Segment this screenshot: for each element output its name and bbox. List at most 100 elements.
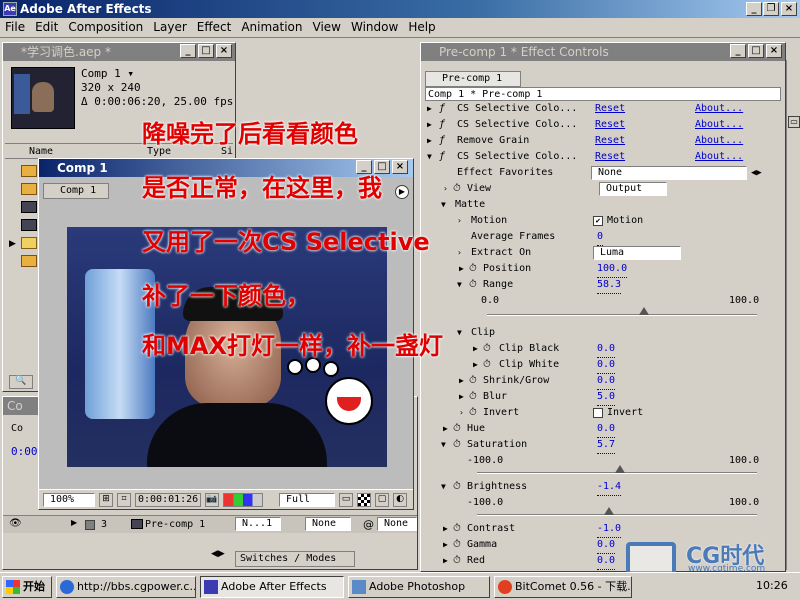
expand-icon[interactable]: ▶: [473, 357, 478, 373]
effect-row[interactable]: ▶ ƒ Remove Grain Reset About...: [421, 133, 779, 149]
brightness-value[interactable]: -1.4: [597, 479, 622, 496]
footage-icon[interactable]: [21, 219, 37, 231]
saturation-value[interactable]: 5.7: [597, 437, 616, 454]
effect-row[interactable]: ▶ ƒ CS Selective Colo... Reset About...: [421, 101, 779, 117]
fx-icon[interactable]: ƒ: [439, 149, 445, 165]
motion-checkbox[interactable]: ✔: [593, 216, 603, 226]
position-value[interactable]: 100.0: [597, 261, 628, 278]
channel-icon[interactable]: [223, 493, 263, 507]
collapse-icon[interactable]: ▼: [457, 325, 462, 341]
stopwatch-icon[interactable]: ⏱: [453, 421, 461, 437]
effect-favorites-select[interactable]: None: [591, 166, 747, 180]
panel-menu-icon[interactable]: ▭: [788, 116, 800, 128]
red-value[interactable]: 0.0: [597, 553, 616, 570]
hue-value[interactable]: 0.0: [597, 421, 616, 438]
snapshot-icon[interactable]: 📷: [205, 493, 219, 507]
comp-tab[interactable]: Comp 1: [43, 183, 109, 199]
region-of-interest-icon[interactable]: ▭: [339, 493, 353, 507]
favorites-nav-icon[interactable]: ◀▶: [751, 165, 762, 181]
layer-label-color[interactable]: [85, 520, 95, 530]
expand-triangle-icon[interactable]: ▶: [9, 239, 16, 249]
taskbar-item-bitcomet[interactable]: BitComet 0.56 - 下载...: [494, 576, 632, 598]
expand-icon[interactable]: ▶: [459, 389, 464, 405]
current-time-display[interactable]: 0:00:01:26: [135, 493, 201, 507]
about-link[interactable]: About...: [695, 133, 743, 149]
stopwatch-icon[interactable]: ⏱: [453, 479, 461, 495]
blur-value[interactable]: 5.0: [597, 389, 616, 406]
clip-black-value[interactable]: 0.0: [597, 341, 616, 358]
reset-link[interactable]: Reset: [595, 101, 625, 117]
layer-mode-select[interactable]: N...1: [235, 517, 281, 531]
view-select[interactable]: Output: [599, 182, 667, 196]
expand-icon[interactable]: ▶: [473, 341, 478, 357]
stopwatch-icon[interactable]: ⏱: [469, 389, 477, 405]
expand-icon[interactable]: ▶: [427, 101, 432, 117]
stopwatch-icon[interactable]: ⏱: [453, 521, 461, 537]
menu-file[interactable]: File: [0, 18, 30, 36]
effect-controls-close-button[interactable]: ×: [766, 44, 782, 58]
matte-row[interactable]: ▼ Matte: [421, 197, 779, 213]
menu-view[interactable]: View: [308, 18, 346, 36]
fx-icon[interactable]: ƒ: [439, 133, 445, 149]
eye-icon[interactable]: 👁: [9, 518, 22, 529]
close-button[interactable]: ×: [781, 2, 797, 16]
stopwatch-icon[interactable]: ⏱: [469, 405, 477, 421]
collapse-icon[interactable]: ▼: [457, 277, 462, 293]
clock[interactable]: 10:26: [756, 579, 788, 592]
menu-layer[interactable]: Layer: [148, 18, 191, 36]
expand-icon[interactable]: ▶: [427, 117, 432, 133]
expand-icon[interactable]: ▶: [427, 133, 432, 149]
expand-icon[interactable]: ▶: [459, 261, 464, 277]
collapse-icon[interactable]: ▼: [441, 197, 446, 213]
expand-icon[interactable]: ▶: [443, 421, 448, 437]
parent-pickwhip-icon[interactable]: @: [363, 518, 374, 531]
zoom-select[interactable]: 100%: [43, 493, 95, 507]
reset-link[interactable]: Reset: [595, 149, 625, 165]
footage-icon[interactable]: [21, 201, 37, 213]
saturation-slider-knob[interactable]: [615, 465, 625, 473]
taskbar-item-after-effects[interactable]: Adobe After Effects: [200, 576, 344, 598]
expand-icon[interactable]: ▶: [443, 537, 448, 553]
collapse-icon[interactable]: ▼: [441, 479, 446, 495]
gamma-value[interactable]: 0.0: [597, 537, 616, 554]
project-minimize-button[interactable]: _: [180, 44, 196, 58]
scroll-left-icon[interactable]: ◀▶: [211, 549, 225, 559]
clip-row[interactable]: ▼ Clip: [421, 325, 779, 341]
stopwatch-icon[interactable]: ⏱: [453, 437, 461, 453]
comp-close-button[interactable]: ×: [392, 160, 408, 174]
composition-icon[interactable]: [21, 183, 37, 195]
view-options-icon[interactable]: ◐: [393, 493, 407, 507]
safe-zones-icon[interactable]: ⊞: [99, 493, 113, 507]
switches-modes-toggle[interactable]: Switches / Modes: [235, 551, 355, 567]
minimize-button[interactable]: _: [746, 2, 762, 16]
shrink-grow-value[interactable]: 0.0: [597, 373, 616, 390]
taskbar-item-photoshop[interactable]: Adobe Photoshop: [348, 576, 490, 598]
collapse-icon[interactable]: ▼: [441, 437, 446, 453]
project-close-button[interactable]: ×: [216, 44, 232, 58]
effect-controls-minimize-button[interactable]: _: [730, 44, 746, 58]
timeline-layer-row[interactable]: 👁 ▶ 3 Pre-comp 1 N...1 None @ None: [3, 515, 417, 533]
start-button[interactable]: 开始: [2, 576, 52, 598]
contrast-value[interactable]: -1.0: [597, 521, 622, 538]
stopwatch-icon[interactable]: ⏱: [453, 181, 461, 197]
timeline-time[interactable]: 0:00: [11, 445, 38, 458]
project-maximize-button[interactable]: □: [198, 44, 214, 58]
range-value[interactable]: 58.3: [597, 277, 622, 294]
comp-name[interactable]: Comp 1 ▾: [81, 67, 134, 80]
restore-button[interactable]: ❐: [763, 2, 779, 16]
stopwatch-icon[interactable]: ⏱: [483, 341, 491, 357]
menu-help[interactable]: Help: [403, 18, 440, 36]
invert-checkbox[interactable]: [593, 408, 603, 418]
range-slider-track[interactable]: [487, 314, 757, 316]
grid-icon[interactable]: ⌗: [117, 493, 131, 507]
stopwatch-icon[interactable]: ⏱: [453, 537, 461, 553]
reset-link[interactable]: Reset: [595, 133, 625, 149]
expand-icon[interactable]: ▶: [443, 553, 448, 569]
extract-on-select[interactable]: Luma: [593, 246, 681, 260]
transparency-grid-icon[interactable]: [357, 493, 371, 507]
menu-edit[interactable]: Edit: [30, 18, 63, 36]
stopwatch-icon[interactable]: ⏱: [469, 373, 477, 389]
effect-row[interactable]: ▶ ƒ CS Selective Colo... Reset About...: [421, 117, 779, 133]
expand-icon[interactable]: ▶: [443, 521, 448, 537]
effect-controls-tab[interactable]: Pre-comp 1: [425, 71, 521, 87]
